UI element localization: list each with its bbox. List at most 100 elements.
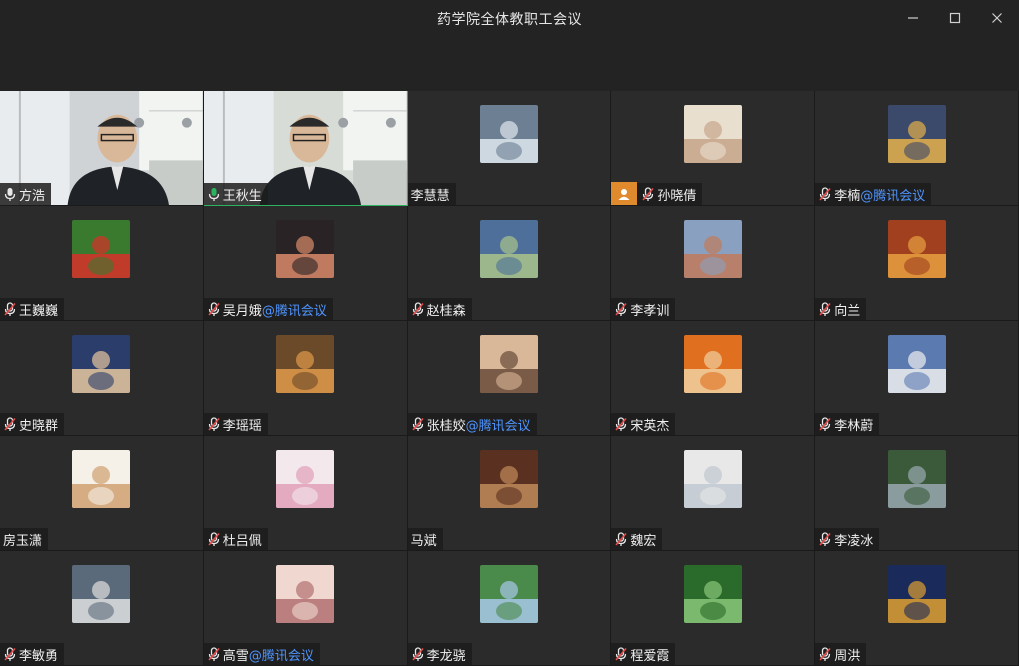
mic-muted-icon [4, 416, 16, 431]
participant-tile[interactable]: 张桂姣 @腾讯会议 [407, 321, 612, 436]
mic-muted-indicator [818, 531, 832, 547]
participant-name-bar: 吴月娥 @腾讯会议 [203, 298, 333, 320]
mic-muted-indicator [614, 646, 628, 662]
mic-muted-icon [819, 646, 831, 661]
mic-muted-indicator [818, 186, 832, 202]
mic-muted-icon [819, 186, 831, 201]
participant-name: 李楠 [834, 188, 861, 204]
participant-name: 李敏勇 [19, 648, 59, 664]
maximize-icon [949, 12, 961, 24]
close-icon [992, 13, 1002, 23]
participant-avatar [479, 565, 538, 623]
participant-tile[interactable]: 房玉潇 [0, 436, 204, 551]
participant-name-bar: 李龙骁 [407, 643, 472, 665]
participant-name: 李慧慧 [410, 188, 450, 204]
mic-muted-icon [411, 301, 424, 316]
mic-muted-indicator [818, 301, 832, 317]
participant-client-suffix: @腾讯会议 [465, 418, 531, 434]
participant-avatar [479, 105, 538, 163]
mic-muted-icon [615, 531, 627, 546]
participant-avatar [479, 220, 538, 278]
participant-name: 王秋生 [222, 188, 262, 204]
mic-muted-icon [615, 646, 627, 661]
mic-muted-indicator [818, 416, 832, 432]
participant-avatar [479, 450, 538, 508]
participant-avatar [887, 105, 946, 163]
participant-avatar [887, 565, 946, 623]
participant-tile[interactable]: 高雪 @腾讯会议 [203, 551, 408, 666]
close-button[interactable] [984, 6, 1010, 30]
participant-tile[interactable]: 宋英杰 [611, 321, 816, 436]
participant-name-bar: 杜吕佩 [203, 528, 268, 550]
participant-tile[interactable]: 孙晓倩 [611, 91, 816, 206]
participant-name-bar: 王秋生 [203, 183, 268, 205]
participant-avatar [683, 335, 742, 393]
participant-tile[interactable]: 方浩 [0, 91, 204, 206]
minimize-button[interactable] [900, 6, 926, 30]
participant-tile[interactable]: 王巍巍 [0, 206, 204, 321]
participant-tile[interactable]: 向兰 [815, 206, 1019, 321]
participant-avatar [887, 335, 946, 393]
participant-tile[interactable]: 史晓群 [0, 321, 204, 436]
participant-tile[interactable]: 马斌 [407, 436, 612, 551]
participant-name-bar: 张桂姣 @腾讯会议 [407, 413, 537, 435]
participant-avatar [683, 220, 742, 278]
participant-name: 周洪 [834, 648, 861, 664]
window-title: 药学院全体教职工会议 [437, 12, 582, 28]
mic-muted-indicator [207, 416, 221, 432]
participant-tile[interactable]: 李龙骁 [407, 551, 612, 666]
participant-name-bar: 孙晓倩 [611, 182, 703, 205]
participant-client-suffix: @腾讯会议 [261, 303, 327, 319]
participant-tile[interactable]: 周洪 [815, 551, 1019, 666]
mic-muted-icon [208, 416, 220, 431]
participant-avatar [276, 450, 335, 508]
participant-name: 张桂姣 [426, 418, 466, 434]
participant-tile[interactable]: 李瑶瑶 [203, 321, 408, 436]
participant-name-bar: 李慧慧 [407, 183, 456, 205]
mic-muted-indicator [641, 186, 655, 202]
mic-muted-icon [4, 301, 16, 316]
participant-name-bar: 高雪 @腾讯会议 [203, 643, 320, 665]
participant-name-bar: 宋英杰 [611, 413, 676, 435]
participant-avatar [72, 220, 131, 278]
mic-muted-icon [819, 416, 831, 431]
mic-muted-icon [208, 301, 220, 316]
participant-name: 李林蔚 [834, 418, 874, 434]
participant-name: 方浩 [19, 188, 46, 204]
participant-name: 李瑶瑶 [222, 418, 262, 434]
participant-name-bar: 王巍巍 [0, 298, 65, 320]
mic-muted-icon [615, 416, 627, 431]
participant-tile[interactable]: 王秋生 [203, 91, 408, 206]
mic-muted-icon [4, 646, 16, 661]
participant-name: 史晓群 [19, 418, 59, 434]
participant-tile[interactable]: 李楠 @腾讯会议 [815, 91, 1019, 206]
participant-tile[interactable]: 李凌冰 [815, 436, 1019, 551]
participant-tile[interactable]: 杜吕佩 [203, 436, 408, 551]
participant-tile[interactable]: 李敏勇 [0, 551, 204, 666]
participant-tile[interactable]: 李慧慧 [407, 91, 612, 206]
participant-tile[interactable]: 赵桂森 [407, 206, 612, 321]
participant-name: 李龙骁 [426, 648, 466, 664]
participant-tile[interactable]: 程爱霞 [611, 551, 816, 666]
participant-name-bar: 向兰 [815, 298, 867, 320]
participant-name: 马斌 [410, 533, 437, 549]
participant-tile[interactable]: 吴月娥 @腾讯会议 [203, 206, 408, 321]
mic-muted-indicator [818, 646, 832, 662]
participant-name-bar: 房玉潇 [0, 528, 49, 550]
mic-muted-icon [615, 301, 627, 316]
mic-icon [4, 187, 16, 201]
mic-muted-icon [208, 531, 220, 546]
participant-name: 魏宏 [630, 533, 657, 549]
participant-tile[interactable]: 魏宏 [611, 436, 816, 551]
participant-avatar [479, 335, 538, 393]
mic-indicator [207, 186, 221, 202]
maximize-button[interactable] [942, 6, 968, 30]
mic-muted-indicator [411, 301, 425, 317]
participant-tile[interactable]: 李孝训 [611, 206, 816, 321]
participant-tile[interactable]: 李林蔚 [815, 321, 1019, 436]
title-bar: 药学院全体教职工会议 [0, 0, 1019, 36]
mic-muted-icon [208, 646, 220, 661]
mic-muted-indicator [207, 301, 221, 317]
participant-name-bar: 魏宏 [611, 528, 663, 550]
participant-name: 向兰 [834, 303, 861, 319]
